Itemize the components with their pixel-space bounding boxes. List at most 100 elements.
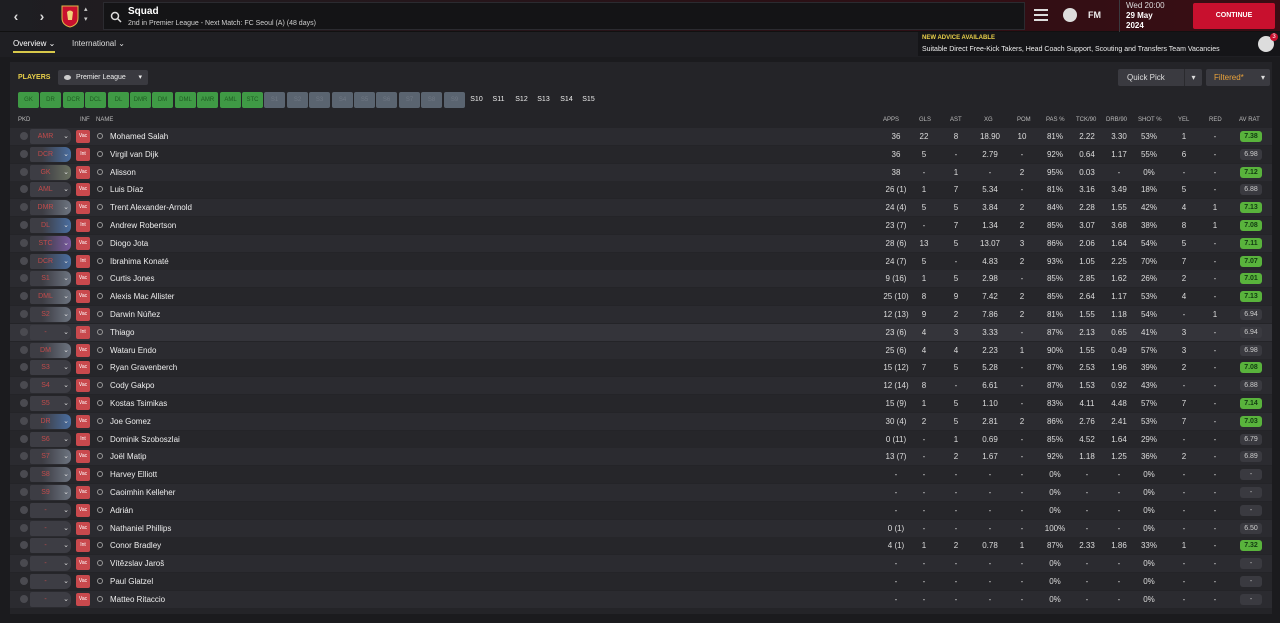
player-name[interactable]: Kostas Tsimikas: [110, 399, 167, 408]
info-badge[interactable]: Vac: [76, 272, 90, 286]
filter-button[interactable]: Filtered* ▾: [1206, 69, 1270, 86]
position-selector[interactable]: AML ⌄: [30, 182, 71, 198]
col-tck[interactable]: TCK/90: [1076, 117, 1096, 123]
table-row[interactable]: - ⌄ Vac Matteo Ritaccio - - - - -0% - -0% - - -: [10, 590, 1272, 608]
info-badge[interactable]: Vac: [76, 397, 90, 410]
pick-checkbox[interactable]: [20, 416, 28, 425]
pick-checkbox[interactable]: [20, 381, 28, 390]
info-badge[interactable]: Vac: [76, 290, 90, 304]
position-chip-dml[interactable]: DML: [175, 92, 196, 108]
position-selector[interactable]: - ⌄: [30, 556, 71, 572]
pick-checkbox[interactable]: [20, 559, 28, 568]
player-name[interactable]: Mohamed Salah: [110, 132, 168, 141]
table-row[interactable]: S5 ⌄ Vac Kostas Tsimikas 15 (9) 1 5 1.10 - 83% 4.1…: [10, 395, 1272, 412]
col-ast[interactable]: AST: [950, 117, 962, 123]
info-badge[interactable]: Vac: [76, 575, 90, 588]
position-selector[interactable]: DML ⌄: [30, 289, 71, 305]
table-row[interactable]: - ⌄ Vac Paul Glatzel - - - - -0% - -0% - - -: [10, 573, 1272, 590]
info-badge[interactable]: Int: [76, 147, 90, 161]
player-name[interactable]: Vítězslav Jaroš: [110, 559, 164, 568]
position-chip-s3[interactable]: S3: [309, 92, 330, 108]
position-selector[interactable]: DL ⌄: [30, 218, 71, 233]
position-chip-s15[interactable]: S15: [578, 92, 599, 108]
info-badge[interactable]: Vac: [76, 343, 90, 357]
position-chip-dr[interactable]: DR: [40, 92, 61, 108]
position-chip-s6[interactable]: S6: [376, 92, 397, 108]
position-selector[interactable]: S6 ⌄: [30, 431, 71, 447]
table-row[interactable]: - ⌄ Vac Nathaniel Phillips 0 (1) - - - -100% - -0%…: [10, 519, 1272, 537]
position-selector[interactable]: DR ⌄: [30, 413, 71, 429]
col-pas[interactable]: PAS %: [1046, 117, 1065, 123]
table-row[interactable]: S9 ⌄ Vac Caoimhin Kelleher - - - - - 0% - - 0% - - -: [10, 484, 1272, 501]
col-av-rat[interactable]: AV RAT: [1239, 117, 1260, 123]
position-selector[interactable]: AMR ⌄: [30, 129, 71, 144]
info-badge[interactable]: Int: [76, 219, 90, 232]
col-name[interactable]: NAME: [96, 117, 113, 123]
table-row[interactable]: S2 ⌄ Vac Darwin Núñez 12 (13) 9 2 7.86 2 81% 1.55 1…: [10, 306, 1272, 323]
pick-checkbox[interactable]: [20, 470, 28, 479]
table-row[interactable]: - ⌄ Int Thiago 23 (6) 4 3 3.33-87% 2.13 0.65 41% 3-…: [10, 323, 1272, 341]
player-name[interactable]: Harvey Elliott: [110, 470, 157, 479]
info-badge[interactable]: Vac: [76, 236, 90, 250]
table-row[interactable]: S6 ⌄ Int Dominik Szoboszlai 0 (11) - 1 0.69 - 85%…: [10, 430, 1272, 448]
pick-checkbox[interactable]: [20, 149, 28, 158]
chevron-right-icon[interactable]: ›: [33, 7, 51, 25]
search-icon[interactable]: [110, 11, 122, 23]
player-name[interactable]: Luis Díaz: [110, 185, 143, 194]
pick-checkbox[interactable]: [20, 399, 28, 407]
player-name[interactable]: Andrew Robertson: [110, 221, 176, 230]
position-chip-s8[interactable]: S8: [421, 92, 442, 108]
col-xg[interactable]: XG: [984, 117, 993, 123]
position-selector[interactable]: - ⌄: [30, 591, 71, 607]
player-name[interactable]: Ibrahima Konaté: [110, 257, 169, 266]
player-name[interactable]: Curtis Jones: [110, 274, 154, 283]
position-selector[interactable]: - ⌄: [30, 520, 71, 536]
pick-checkbox[interactable]: [20, 256, 28, 265]
player-name[interactable]: Joël Matip: [110, 452, 146, 461]
chevron-left-icon[interactable]: ‹: [7, 7, 25, 25]
position-selector[interactable]: - ⌄: [30, 574, 71, 589]
player-name[interactable]: Caoimhin Kelleher: [110, 488, 175, 497]
position-selector[interactable]: - ⌄: [30, 502, 71, 518]
col-pom[interactable]: POM: [1017, 117, 1031, 123]
table-row[interactable]: AMR ⌄ Vac Mohamed Salah 36 22 8 18.90 10 81% 2.22 3…: [10, 128, 1272, 145]
pick-checkbox[interactable]: [20, 523, 28, 532]
player-name[interactable]: Adrián: [110, 506, 133, 515]
table-row[interactable]: - ⌄ Vac Vítězslav Jaroš - - - - -0% - -0% - - -: [10, 555, 1272, 573]
chevron-down-icon[interactable]: ▾: [1184, 69, 1202, 86]
table-row[interactable]: DM ⌄ Vac Wataru Endo 25 (6) 4 4 2.23 1 90% 1.55 0.4…: [10, 341, 1272, 359]
position-chip-s1[interactable]: S1: [264, 92, 285, 108]
position-chip-s7[interactable]: S7: [399, 92, 420, 108]
info-badge[interactable]: Vac: [76, 379, 90, 393]
continue-button[interactable]: CONTINUE: [1193, 3, 1275, 29]
hamburger-icon[interactable]: [1034, 9, 1048, 21]
player-name[interactable]: Alexis Mac Allister: [110, 292, 174, 301]
pick-checkbox[interactable]: [20, 541, 28, 550]
pick-checkbox[interactable]: [20, 132, 28, 140]
table-row[interactable]: - ⌄ Int Conor Bradley 4 (1) 1 2 0.78 1 87% 2.33 1.8…: [10, 537, 1272, 555]
info-badge[interactable]: Int: [76, 325, 90, 339]
info-badge[interactable]: Vac: [76, 468, 90, 482]
pick-checkbox[interactable]: [20, 203, 28, 212]
info-badge[interactable]: Vac: [76, 450, 90, 464]
table-row[interactable]: STC ⌄ Vac Diogo Jota 28 (6) 13 5 13.07 3 86% 2.06 1…: [10, 234, 1272, 252]
position-chip-amr[interactable]: AMR: [197, 92, 218, 108]
player-name[interactable]: Thiago: [110, 328, 134, 337]
table-row[interactable]: DCR ⌄ Int Virgil van Dijk 36 5 - 2.79 - 92% 0.64 1.…: [10, 145, 1272, 163]
table-row[interactable]: DMR ⌄ Vac Trent Alexander-Arnold 24 (4) 5 5 3.8…: [10, 199, 1272, 217]
position-selector[interactable]: S1 ⌄: [30, 271, 71, 287]
position-selector[interactable]: S7 ⌄: [30, 449, 71, 465]
pick-checkbox[interactable]: [20, 434, 28, 443]
col-shot[interactable]: SHOT %: [1138, 117, 1162, 123]
info-badge[interactable]: Vac: [76, 503, 90, 517]
position-selector[interactable]: DCR ⌄: [30, 253, 71, 269]
info-badge[interactable]: Int: [76, 254, 90, 268]
player-name[interactable]: Alisson: [110, 168, 136, 177]
position-chip-dmr[interactable]: DMR: [130, 92, 151, 108]
player-name[interactable]: Diogo Jota: [110, 239, 148, 248]
position-chip-stc[interactable]: STC: [242, 92, 263, 108]
info-badge[interactable]: Vac: [76, 183, 90, 197]
info-badge[interactable]: Int: [76, 539, 90, 553]
club-switch-icon[interactable]: ▴ ▾: [84, 5, 92, 25]
tab-overview[interactable]: Overview ⌄: [13, 39, 56, 53]
